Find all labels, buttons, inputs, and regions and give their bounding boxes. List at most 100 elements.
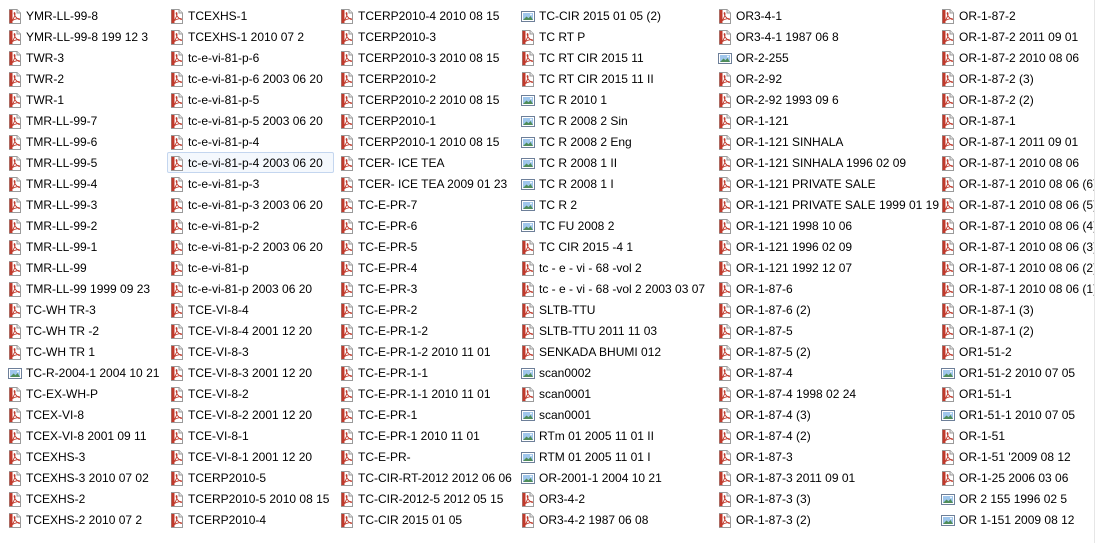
file-item[interactable]: TC-R-2004-1 2004 10 21	[5, 362, 164, 383]
file-item[interactable]: OR-1-87-5	[715, 320, 944, 341]
file-item[interactable]: TWR-1	[5, 89, 164, 110]
file-item[interactable]: OR-1-87-3 (2)	[715, 509, 944, 530]
file-item[interactable]: OR3-4-2	[518, 488, 710, 509]
file-item[interactable]: tc-e-vi-81-p-3	[167, 173, 334, 194]
file-item[interactable]: TMR-LL-99	[5, 257, 164, 278]
file-item[interactable]: OR-1-87-1 2011 09 01	[938, 131, 1095, 152]
file-item[interactable]: TCERP2010-1 2010 08 15	[337, 131, 517, 152]
file-item[interactable]: SLTB-TTU 2011 11 03	[518, 320, 710, 341]
file-item[interactable]: OR3-4-2 1987 06 08	[518, 509, 710, 530]
file-item[interactable]: TCE-VI-8-3 2001 12 20	[167, 362, 334, 383]
file-item[interactable]: TC-CIR 2015 01 05 (2)	[518, 5, 710, 26]
file-item[interactable]: TC R 2010 1	[518, 89, 710, 110]
file-item[interactable]: tc-e-vi-81-p-4 2003 06 20	[167, 152, 335, 173]
file-item[interactable]: TCEX-VI-8	[5, 404, 164, 425]
file-item[interactable]: YMR-LL-99-8	[5, 5, 164, 26]
file-item[interactable]: TCERP2010-3	[337, 26, 517, 47]
file-item[interactable]: TMR-LL-99-7	[5, 110, 164, 131]
file-item[interactable]: scan0001	[518, 404, 710, 425]
file-item[interactable]: OR-1-87-3 2011 09 01	[715, 467, 944, 488]
file-item[interactable]: OR-2-255	[715, 47, 944, 68]
file-item[interactable]: OR-1-87-1 2010 08 06 (5)	[938, 194, 1095, 215]
file-item[interactable]: OR-1-87-2 2010 08 06	[938, 47, 1095, 68]
file-item[interactable]: TC-WH TR-3	[5, 299, 164, 320]
file-item[interactable]: OR-1-87-1 2010 08 06 (2)	[938, 257, 1095, 278]
file-item[interactable]: TCERP2010-4	[167, 509, 334, 530]
file-item[interactable]: TMR-LL-99 1999 09 23	[5, 278, 164, 299]
file-item[interactable]: TC-CIR-2012-5 2012 05 15	[337, 488, 517, 509]
file-item[interactable]: TC-E-PR-1-2 2010 11 01	[337, 341, 517, 362]
file-item[interactable]: scan0001	[518, 383, 710, 404]
file-item[interactable]: TCER- ICE TEA	[337, 152, 517, 173]
file-item[interactable]: OR-1-87-5 (2)	[715, 341, 944, 362]
file-item[interactable]: TCERP2010-5 2010 08 15	[167, 488, 334, 509]
file-item[interactable]: OR-1-121 1996 02 09	[715, 236, 944, 257]
file-item[interactable]: TCE-VI-8-2	[167, 383, 334, 404]
file-item[interactable]: TC R 2	[518, 194, 710, 215]
file-item[interactable]: OR-2-92	[715, 68, 944, 89]
file-item[interactable]: OR1-51-2 2010 07 05	[938, 362, 1095, 383]
file-item[interactable]: OR-1-87-4 (2)	[715, 425, 944, 446]
file-item[interactable]: TCEXHS-3 2010 07 02	[5, 467, 164, 488]
file-item[interactable]: TCERP2010-5	[167, 467, 334, 488]
file-item[interactable]: TC-E-PR-1 2010 11 01	[337, 425, 517, 446]
file-item[interactable]: OR-1-87-1 2010 08 06 (4)	[938, 215, 1095, 236]
file-item[interactable]: OR-1-51 '2009 08 12	[938, 446, 1095, 467]
file-item[interactable]: OR-1-121 PRIVATE SALE 1999 01 19	[715, 194, 944, 215]
file-item[interactable]: TCE-VI-8-3	[167, 341, 334, 362]
file-item[interactable]: TC R 2008 1 I	[518, 173, 710, 194]
file-item[interactable]: OR 2 155 1996 02 5	[938, 488, 1095, 509]
file-item[interactable]: OR-1-87-1 2010 08 06 (1)	[938, 278, 1095, 299]
file-item[interactable]: OR-1-87-4	[715, 362, 944, 383]
file-item[interactable]: OR-1-87-3 (3)	[715, 488, 944, 509]
file-item[interactable]: tc-e-vi-81-p-4	[167, 131, 334, 152]
file-item[interactable]: TC-E-PR-1-1 2010 11 01	[337, 383, 517, 404]
file-item[interactable]: tc - e - vi - 68 -vol 2 2003 03 07	[518, 278, 710, 299]
file-item[interactable]: TCEXHS-2	[5, 488, 164, 509]
file-item[interactable]: TMR-LL-99-1	[5, 236, 164, 257]
file-item[interactable]: OR-2-92 1993 09 6	[715, 89, 944, 110]
file-item[interactable]: TC RT P	[518, 26, 710, 47]
file-item[interactable]: TC-E-PR-2	[337, 299, 517, 320]
file-item[interactable]: OR1-51-1	[938, 383, 1095, 404]
file-item[interactable]: TCE-VI-8-4	[167, 299, 334, 320]
file-item[interactable]: TC-E-PR-7	[337, 194, 517, 215]
file-item[interactable]: TCEX-VI-8 2001 09 11	[5, 425, 164, 446]
file-item[interactable]: TCE-VI-8-1	[167, 425, 334, 446]
file-item[interactable]: TC-E-PR-1	[337, 404, 517, 425]
file-item[interactable]: TC FU 2008 2	[518, 215, 710, 236]
file-item[interactable]: tc-e-vi-81-p 2003 06 20	[167, 278, 334, 299]
file-item[interactable]: OR-1-87-1 2010 08 06 (3)	[938, 236, 1095, 257]
file-item[interactable]: OR-1-121 PRIVATE SALE	[715, 173, 944, 194]
file-item[interactable]: TMR-LL-99-4	[5, 173, 164, 194]
file-item[interactable]: OR-1-121 SINHALA 1996 02 09	[715, 152, 944, 173]
file-item[interactable]: TCE-VI-8-4 2001 12 20	[167, 320, 334, 341]
file-item[interactable]: tc-e-vi-81-p-5 2003 06 20	[167, 110, 334, 131]
file-item[interactable]: TC-CIR-RT-2012 2012 06 06	[337, 467, 517, 488]
file-item[interactable]: TC R 2008 2 Eng	[518, 131, 710, 152]
file-item[interactable]: TC RT CIR 2015 11	[518, 47, 710, 68]
file-item[interactable]: OR-1-87-3	[715, 446, 944, 467]
file-item[interactable]: TC CIR 2015 -4 1	[518, 236, 710, 257]
file-item[interactable]: tc-e-vi-81-p-2	[167, 215, 334, 236]
file-item[interactable]: OR-1-87-1 2010 08 06	[938, 152, 1095, 173]
file-item[interactable]: tc - e - vi - 68 -vol 2	[518, 257, 710, 278]
file-item[interactable]: OR1-51-2	[938, 341, 1095, 362]
file-item[interactable]: RTm 01 2005 11 01 II	[518, 425, 710, 446]
file-item[interactable]: OR-2001-1 2004 10 21	[518, 467, 710, 488]
file-item[interactable]: OR 1-151 2009 08 12	[938, 509, 1095, 530]
file-item[interactable]: TMR-LL-99-3	[5, 194, 164, 215]
file-item[interactable]: TC-CIR 2015 01 05	[337, 509, 517, 530]
file-item[interactable]: TC-E-PR-3	[337, 278, 517, 299]
file-item[interactable]: TCE-VI-8-2 2001 12 20	[167, 404, 334, 425]
file-item[interactable]: TCEXHS-2 2010 07 2	[5, 509, 164, 530]
file-item[interactable]: OR-1-87-1 (3)	[938, 299, 1095, 320]
file-item[interactable]: OR-1-25 2006 03 06	[938, 467, 1095, 488]
file-item[interactable]: TC-WH TR 1	[5, 341, 164, 362]
file-item[interactable]: OR-1-87-1	[938, 110, 1095, 131]
file-item[interactable]: OR-1-87-2	[938, 5, 1095, 26]
file-item[interactable]: OR-1-121 1998 10 06	[715, 215, 944, 236]
file-item[interactable]: OR-1-87-2 (2)	[938, 89, 1095, 110]
file-item[interactable]: TC-EX-WH-P	[5, 383, 164, 404]
file-item[interactable]: TCEXHS-3	[5, 446, 164, 467]
